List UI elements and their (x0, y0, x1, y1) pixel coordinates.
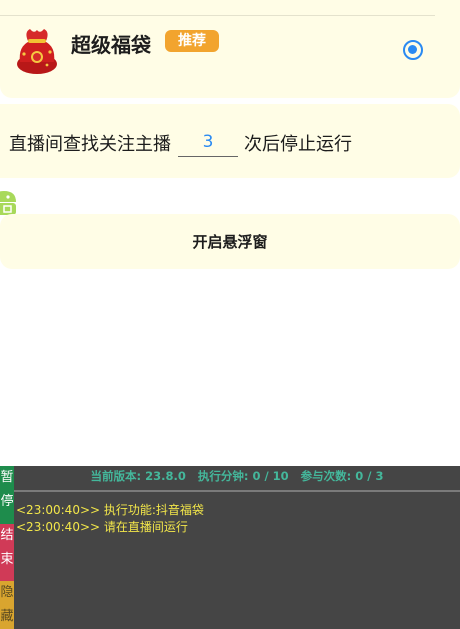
lucky-bag-icon (17, 29, 57, 74)
divider (0, 15, 435, 16)
stop-setting-prefix: 直播间查找关注主播 (9, 134, 171, 155)
count-label: 参与次数: 0 / 3 (300, 469, 384, 483)
stop-count-input[interactable] (178, 128, 238, 157)
stop-setting-suffix: 次后停止运行 (244, 134, 352, 155)
console-status-bar: 当前版本: 23.8.0 执行分钟: 0 / 10 参与次数: 0 / 3 (14, 466, 460, 486)
lucky-bag-option-card[interactable]: 超级福袋 推荐 (0, 0, 460, 98)
console-divider (14, 490, 460, 492)
option-title: 超级福袋 (71, 33, 151, 57)
pause-button[interactable]: 暂停 (0, 466, 14, 524)
console-panel: 当前版本: 23.8.0 执行分钟: 0 / 10 参与次数: 0 / 3 <2… (0, 466, 460, 629)
version-label: 当前版本: 23.8.0 (90, 469, 186, 483)
log-line: <23:00:40>> 执行功能:抖音福袋 (16, 503, 204, 517)
stop-setting-card: 直播间查找关注主播 次后停止运行 (0, 104, 460, 178)
option-radio-button[interactable] (403, 40, 423, 60)
end-button[interactable]: 结束 (0, 524, 14, 581)
minutes-label: 执行分钟: 0 / 10 (197, 469, 289, 483)
log-line: <23:00:40>> 请在直播间运行 (16, 520, 188, 534)
recommend-badge: 推荐 (165, 30, 219, 52)
hide-button[interactable]: 隐藏 (0, 581, 14, 629)
open-float-window-button[interactable]: 开启悬浮窗 (0, 214, 460, 269)
